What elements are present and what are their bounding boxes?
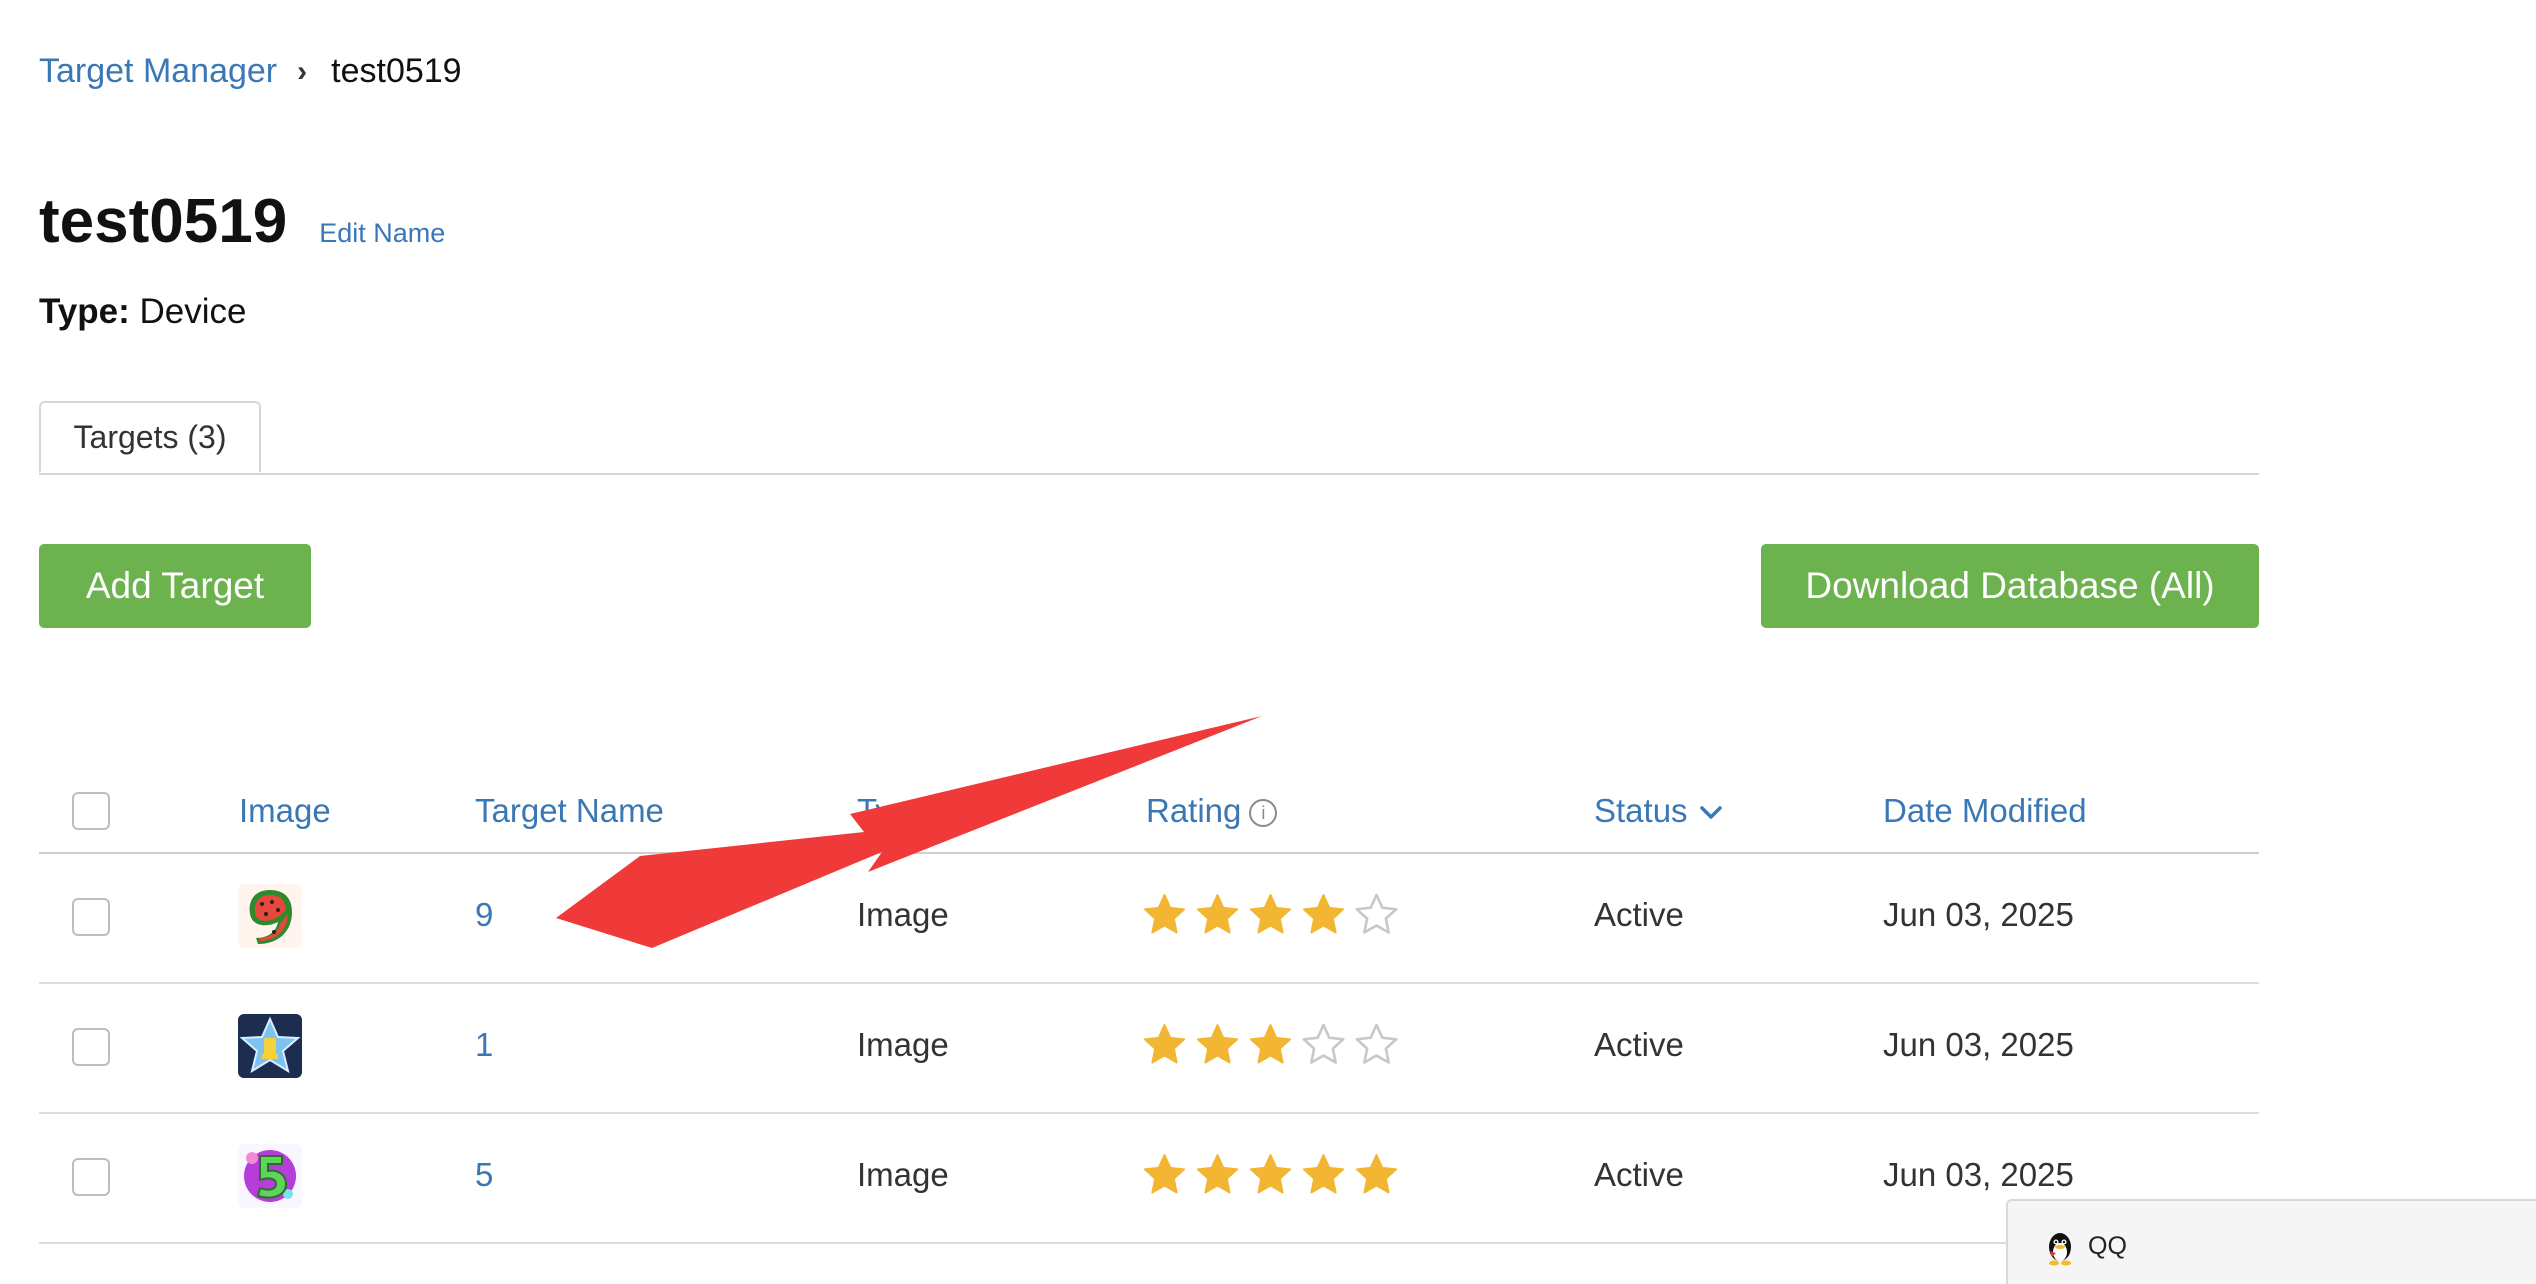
star-one-image	[238, 1014, 302, 1078]
info-icon[interactable]: i	[1249, 799, 1278, 828]
star-filled-icon	[1302, 1154, 1345, 1194]
target-name-link[interactable]: 5	[475, 1156, 493, 1194]
rating-stars	[1142, 892, 1399, 937]
column-header-rating-label: Rating	[1146, 792, 1242, 829]
column-header-status[interactable]: Status	[1594, 792, 1722, 830]
star-filled-icon	[1355, 1154, 1398, 1194]
database-type: Type: Device	[39, 292, 246, 332]
column-header-target-name[interactable]: Target Name	[475, 792, 664, 830]
type-value: Device	[139, 292, 247, 331]
column-header-rating[interactable]: Rating i	[1146, 792, 1278, 830]
rating-stars	[1142, 1022, 1399, 1067]
target-name-link[interactable]: 1	[475, 1026, 493, 1064]
tab-targets[interactable]: Targets (3)	[39, 401, 261, 473]
colorful-five-thumbnail[interactable]	[238, 1144, 302, 1208]
status-text: Active	[1594, 1156, 1684, 1193]
targets-table: Image Target Name Type Rating i Status Da…	[39, 774, 2259, 1244]
chevron-right-icon: ›	[297, 54, 308, 88]
row-checkbox[interactable]	[72, 1158, 110, 1196]
tab-bar: Targets (3)	[39, 401, 2259, 475]
add-target-button[interactable]: Add Target	[39, 544, 311, 628]
star-filled-icon	[1196, 1154, 1239, 1194]
target-type: Image	[857, 896, 949, 933]
star-empty-icon	[1355, 1023, 1398, 1064]
breadcrumb: Target Manager › test0519	[39, 52, 462, 91]
rating-stars	[1142, 1152, 1399, 1197]
type-label: Type:	[39, 292, 130, 331]
download-database-button[interactable]: Download Database (All)	[1761, 544, 2259, 628]
date-modified: Jun 03, 2025	[1883, 896, 2074, 933]
table-row: 5 Image Active Jun 03, 2025	[39, 1114, 2259, 1244]
watermelon-nine-thumbnail[interactable]	[238, 884, 302, 948]
breadcrumb-link-target-manager[interactable]: Target Manager	[39, 52, 277, 91]
breadcrumb-current: test0519	[331, 52, 462, 90]
column-header-type[interactable]: Type	[857, 792, 929, 830]
star-filled-icon	[1196, 1024, 1239, 1064]
row-checkbox[interactable]	[72, 1028, 110, 1066]
watermelon-nine-image	[238, 884, 302, 948]
status-text: Active	[1594, 1026, 1684, 1063]
colorful-five-image	[238, 1144, 302, 1208]
page-title: test0519	[39, 187, 288, 256]
star-filled-icon	[1249, 894, 1292, 934]
star-filled-icon	[1196, 894, 1239, 934]
qq-penguin-icon	[2049, 1233, 2071, 1266]
target-database-page: Target Manager › test0519 test0519 Edit …	[0, 0, 2536, 1284]
star-filled-icon	[1249, 1024, 1292, 1064]
status-text: Active	[1594, 896, 1684, 933]
date-modified: Jun 03, 2025	[1883, 1026, 2074, 1063]
column-header-image[interactable]: Image	[239, 792, 331, 830]
column-header-date-modified[interactable]: Date Modified	[1883, 792, 2087, 830]
title-row: test0519 Edit Name	[39, 186, 445, 257]
row-checkbox[interactable]	[72, 898, 110, 936]
star-filled-icon	[1302, 894, 1345, 934]
star-filled-icon	[1143, 1154, 1186, 1194]
target-type: Image	[857, 1026, 949, 1063]
star-empty-icon	[1355, 893, 1398, 934]
column-header-status-label: Status	[1594, 792, 1688, 829]
star-filled-icon	[1143, 1024, 1186, 1064]
target-type: Image	[857, 1156, 949, 1193]
table-row: 1 Image Active Jun 03, 2025	[39, 984, 2259, 1114]
qq-label: QQ	[2088, 1232, 2127, 1260]
select-all-checkbox[interactable]	[72, 792, 110, 830]
date-modified: Jun 03, 2025	[1883, 1156, 2074, 1193]
star-empty-icon	[1302, 1023, 1345, 1064]
qq-notification-popup[interactable]: QQ	[2006, 1199, 2536, 1284]
star-one-thumbnail[interactable]	[238, 1014, 302, 1078]
chevron-down-icon	[1699, 806, 1722, 820]
star-filled-icon	[1143, 894, 1186, 934]
star-filled-icon	[1249, 1154, 1292, 1194]
edit-name-link[interactable]: Edit Name	[319, 218, 445, 249]
target-name-link[interactable]: 9	[475, 896, 493, 934]
table-header: Image Target Name Type Rating i Status Da…	[39, 774, 2259, 854]
table-row: 9 Image Active Jun 03, 2025	[39, 854, 2259, 984]
